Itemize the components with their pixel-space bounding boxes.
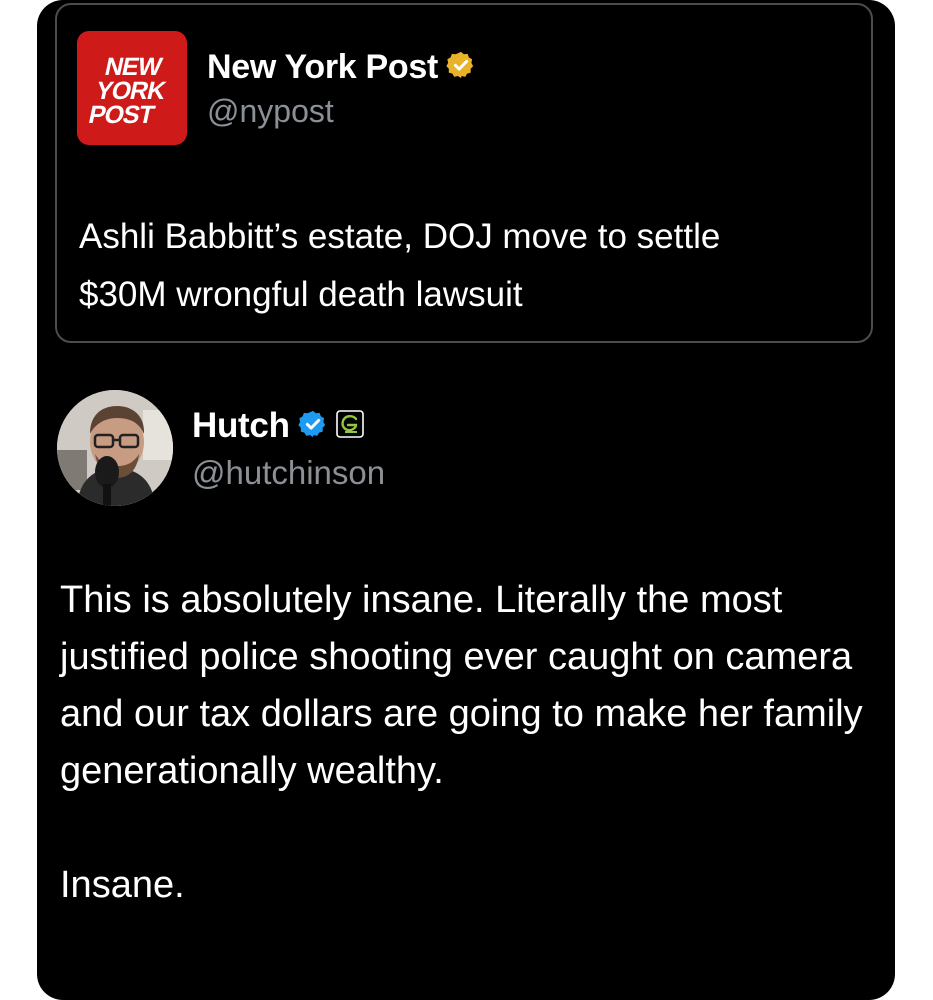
post-paragraph: This is absolutely insane. Literally the… xyxy=(60,579,863,792)
quoted-author-row: New York Post xyxy=(207,45,476,89)
blue-verified-badge-icon[interactable] xyxy=(298,409,328,444)
author-row: Hutch xyxy=(192,403,364,449)
author-name[interactable]: Hutch xyxy=(192,406,290,446)
post-paragraph: Insane. xyxy=(60,864,185,906)
quoted-post-text: Ashli Babbitt’s estate, DOJ move to sett… xyxy=(79,217,721,314)
quoted-author-handle[interactable]: @nypost xyxy=(207,93,334,130)
quoted-author-name[interactable]: New York Post xyxy=(207,48,438,87)
post-container: NEW YORK POST New York Post @nypost Ashl… xyxy=(37,0,895,1000)
author-avatar[interactable] xyxy=(57,390,173,506)
nypost-logo[interactable]: NEW YORK POST xyxy=(77,31,187,145)
optic-gaming-affiliate-icon[interactable] xyxy=(335,409,364,443)
author-handle[interactable]: @hutchinson xyxy=(192,454,385,492)
logo-line-post: POST xyxy=(86,101,157,129)
gold-verified-badge-icon[interactable] xyxy=(446,50,476,85)
post-body: This is absolutely insane. Literally the… xyxy=(60,572,885,914)
quoted-post-card[interactable]: NEW YORK POST New York Post @nypost Ashl… xyxy=(55,3,873,343)
